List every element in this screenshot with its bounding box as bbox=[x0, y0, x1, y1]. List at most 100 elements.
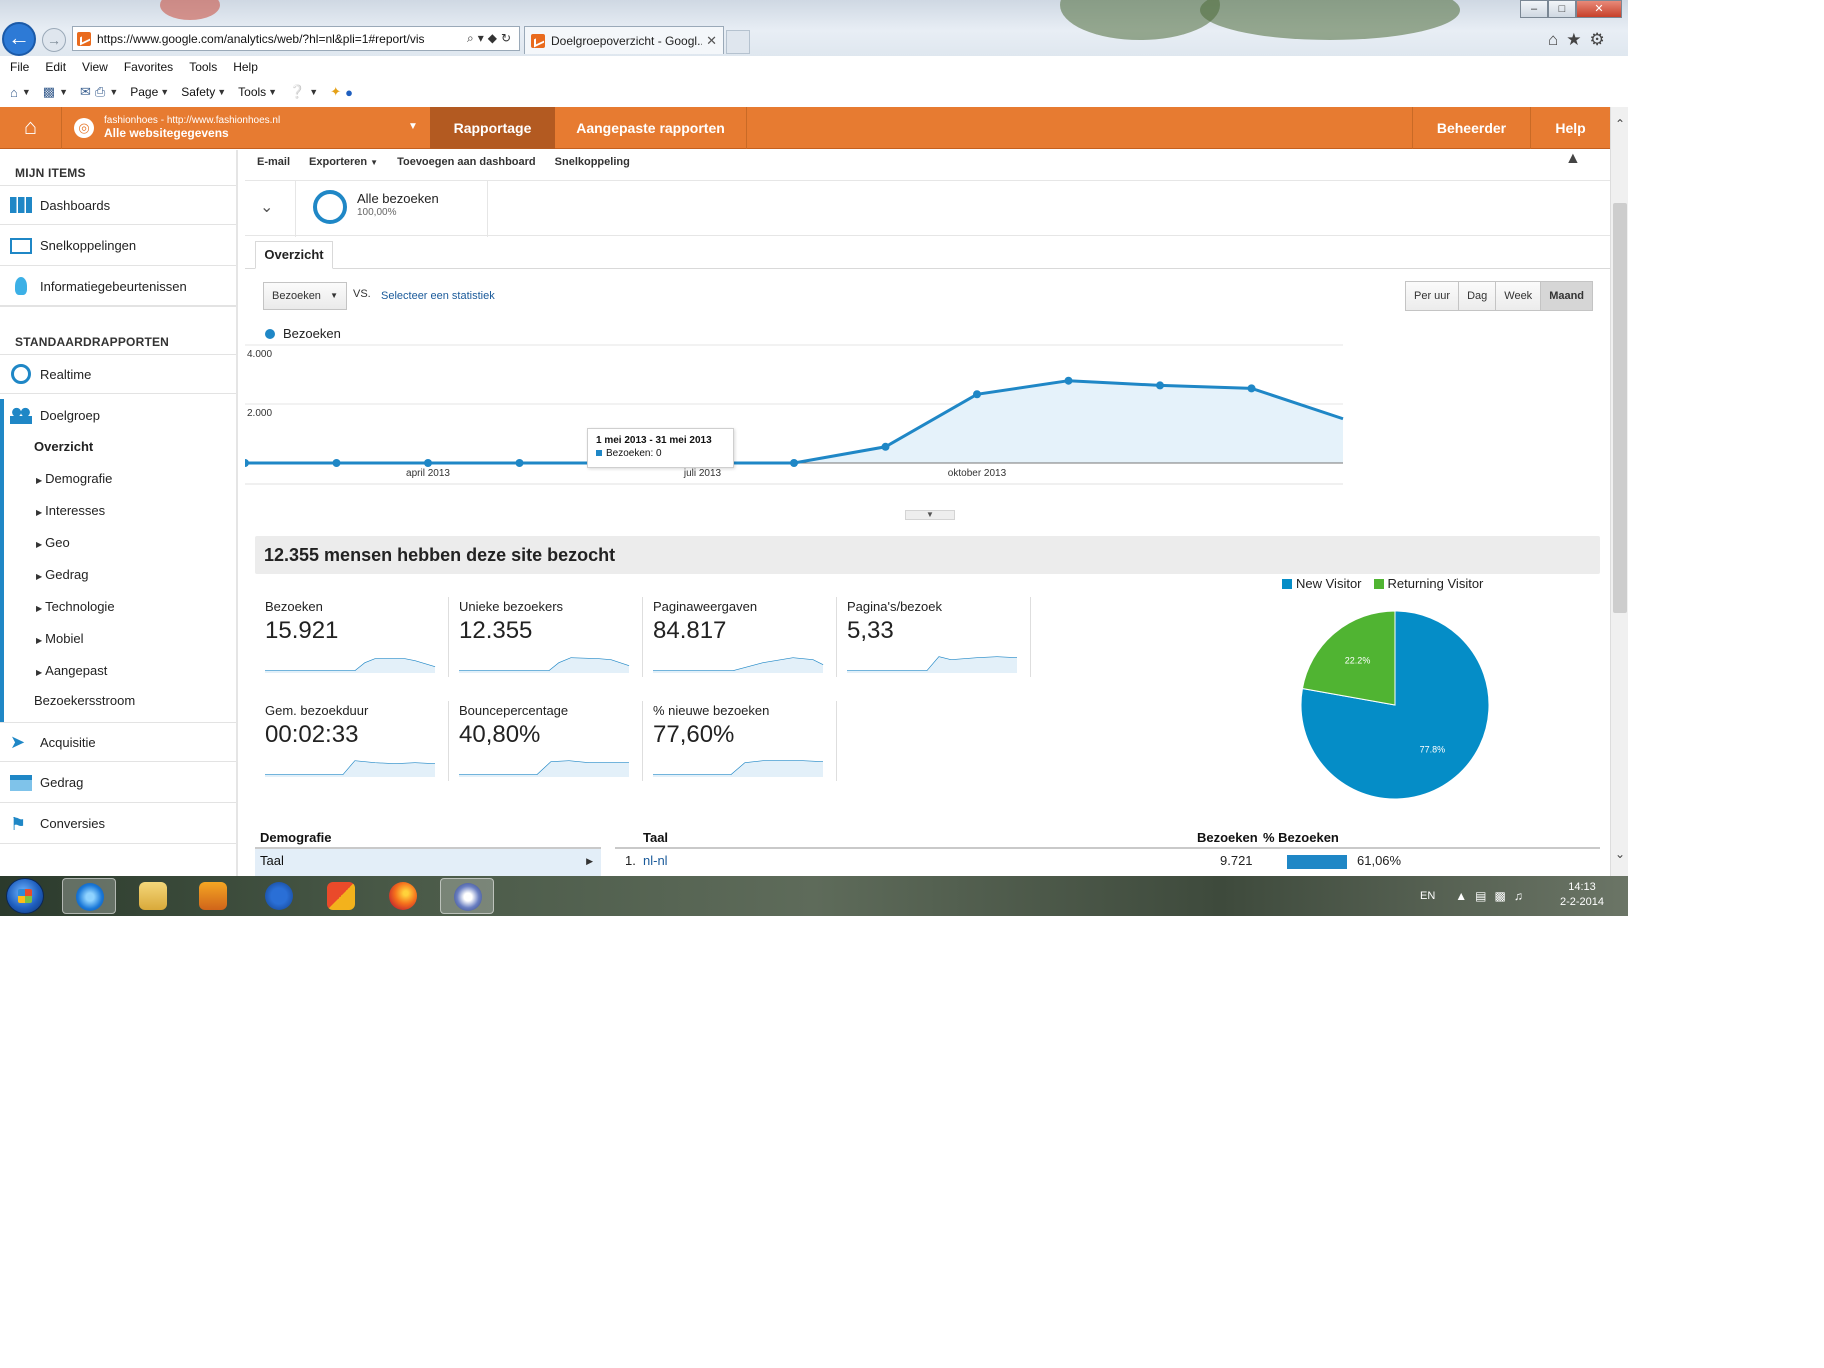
view-name[interactable]: Alle websitegegevens bbox=[104, 126, 229, 140]
address-bar-icons[interactable]: ⌕▾◆↻ bbox=[467, 31, 515, 46]
mail-icon[interactable]: ✉ bbox=[80, 84, 91, 100]
sidebar-item-doelgroep[interactable]: Doelgroep bbox=[0, 395, 236, 435]
column-header-taal[interactable]: Taal bbox=[643, 830, 668, 845]
account-chevron-down-icon[interactable]: ▼ bbox=[408, 121, 418, 132]
shortcut-action[interactable]: Snelkoppeling bbox=[555, 156, 630, 168]
sidebar-sub-demografie[interactable]: ▶ Demografie bbox=[0, 463, 236, 493]
research-icon[interactable]: ✦ bbox=[330, 84, 341, 100]
sidebar-sub-bezoekersstroom[interactable]: Bezoekersstroom bbox=[0, 685, 236, 715]
graduation-cap-icon[interactable]: ▲ bbox=[1565, 150, 1581, 168]
scroll-thumb[interactable] bbox=[1613, 203, 1627, 613]
forward-button[interactable]: → bbox=[42, 28, 66, 52]
page-scrollbar[interactable]: ⌃ ⌄ bbox=[1610, 107, 1628, 876]
sidebar-sub-gedrag[interactable]: ▶ Gedrag bbox=[0, 559, 236, 589]
new-tab-button[interactable] bbox=[726, 30, 750, 54]
menu-help[interactable]: Help bbox=[233, 60, 258, 74]
menu-edit[interactable]: Edit bbox=[45, 60, 66, 74]
export-action[interactable]: Exporteren ▼ bbox=[309, 156, 378, 168]
email-action[interactable]: E-mail bbox=[257, 156, 290, 168]
home-icon[interactable]: ⌂ bbox=[1548, 30, 1558, 50]
chevron-down-icon[interactable]: ▼ bbox=[109, 87, 118, 97]
chart-collapse-handle[interactable]: ▼ bbox=[905, 510, 955, 520]
nav-aangepaste-rapporten[interactable]: Aangepaste rapporten bbox=[555, 107, 747, 149]
metric-tile-gem-bezoekduur[interactable]: Gem. bezoekduur 00:02:33 bbox=[255, 701, 449, 781]
taskbar-hp-app[interactable] bbox=[252, 878, 306, 914]
sidebar-sub-aangepast[interactable]: ▶ Aangepast bbox=[0, 655, 236, 685]
page-menu[interactable]: Page bbox=[130, 85, 158, 99]
language-indicator[interactable]: EN bbox=[1420, 890, 1435, 902]
sidebar-item-gedrag[interactable]: Gedrag bbox=[0, 763, 236, 803]
menu-file[interactable]: File bbox=[10, 60, 29, 74]
analytics-home-button[interactable]: ⌂ bbox=[0, 107, 62, 149]
maximize-button[interactable]: □ bbox=[1548, 0, 1576, 18]
period-per-uur-button[interactable]: Per uur bbox=[1406, 282, 1460, 310]
back-button[interactable]: ← bbox=[2, 22, 36, 56]
nav-beheerder[interactable]: Beheerder bbox=[1412, 107, 1530, 149]
chevron-down-icon[interactable]: ▼ bbox=[22, 87, 31, 97]
close-tab-icon[interactable]: ✕ bbox=[706, 33, 717, 49]
taskbar-internet-explorer[interactable] bbox=[62, 878, 116, 914]
legend-new-visitor[interactable]: New Visitor bbox=[1282, 576, 1362, 591]
sidebar-sub-interesses[interactable]: ▶ Interesses bbox=[0, 495, 236, 525]
taskbar-office-app[interactable] bbox=[314, 878, 368, 914]
metric-tile-paginaweergaven[interactable]: Paginaweergaven 84.817 bbox=[643, 597, 837, 677]
sidebar-item-conversies[interactable]: ⚑ Conversies bbox=[0, 804, 236, 844]
metric-tile-paginas-per-bezoek[interactable]: Pagina's/bezoek 5,33 bbox=[837, 597, 1031, 677]
add-to-dashboard-action[interactable]: Toevoegen aan dashboard bbox=[397, 156, 536, 168]
chevron-down-icon[interactable]: ⌄ bbox=[260, 197, 273, 217]
metric-tile-nieuwe-bezoeken[interactable]: % nieuwe bezoeken 77,60% bbox=[643, 701, 837, 781]
metric-tile-bezoeken[interactable]: Bezoeken 15.921 bbox=[255, 597, 449, 677]
start-button[interactable] bbox=[6, 878, 44, 914]
account-name[interactable]: fashionhoes - http://www.fashionhoes.nl bbox=[104, 115, 280, 126]
legend-returning-visitor[interactable]: Returning Visitor bbox=[1373, 576, 1483, 591]
sidebar-sub-mobiel[interactable]: ▶ Mobiel bbox=[0, 623, 236, 653]
tab-overzicht[interactable]: Overzicht bbox=[255, 241, 333, 269]
scroll-down-arrow-icon[interactable]: ⌄ bbox=[1611, 847, 1629, 861]
help-question-icon[interactable]: ❔ bbox=[289, 84, 305, 100]
taskbar-firefox[interactable] bbox=[376, 878, 430, 914]
column-header-bezoeken[interactable]: Bezoeken bbox=[1197, 830, 1258, 845]
row-language-link[interactable]: nl-nl bbox=[643, 853, 668, 868]
menu-view[interactable]: View bbox=[82, 60, 108, 74]
tools-menu[interactable]: Tools bbox=[238, 85, 266, 99]
sidebar-item-snelkoppelingen[interactable]: Snelkoppelingen bbox=[0, 226, 236, 266]
segment-name[interactable]: Alle bezoeken bbox=[357, 191, 439, 206]
address-bar[interactable]: https://www.google.com/analytics/web/?hl… bbox=[72, 26, 520, 51]
safety-menu[interactable]: Safety bbox=[181, 85, 215, 99]
hp-logo-icon[interactable]: ● bbox=[345, 85, 353, 100]
period-week-button[interactable]: Week bbox=[1496, 282, 1542, 310]
metric-tile-unieke-bezoekers[interactable]: Unieke bezoekers 12.355 bbox=[449, 597, 643, 677]
taskbar-cyberlink-app[interactable] bbox=[440, 878, 494, 914]
close-window-button[interactable]: ✕ bbox=[1576, 0, 1622, 18]
metric-select[interactable]: Bezoeken ▼ bbox=[263, 282, 347, 310]
sidebar-sub-technologie[interactable]: ▶ Technologie bbox=[0, 591, 236, 621]
demografie-row-taal[interactable]: Taal ▶ bbox=[255, 849, 601, 876]
period-maand-button[interactable]: Maand bbox=[1541, 282, 1593, 310]
sidebar-item-dashboards[interactable]: Dashboards bbox=[0, 185, 236, 225]
rss-feed-icon[interactable]: ▩ bbox=[43, 84, 55, 100]
print-icon[interactable]: ⎙ bbox=[95, 84, 105, 100]
chevron-down-icon[interactable]: ▼ bbox=[309, 87, 318, 97]
minimize-button[interactable]: – bbox=[1520, 0, 1548, 18]
sidebar-item-realtime[interactable]: Realtime bbox=[0, 354, 236, 394]
scroll-up-arrow-icon[interactable]: ⌃ bbox=[1611, 117, 1629, 131]
taskbar-file-explorer[interactable] bbox=[126, 878, 180, 914]
menu-tools[interactable]: Tools bbox=[189, 60, 217, 74]
favorites-star-icon[interactable]: ★ bbox=[1566, 30, 1581, 50]
select-statistic-link[interactable]: Selecteer een statistiek bbox=[381, 290, 495, 302]
sidebar-sub-geo[interactable]: ▶ Geo bbox=[0, 527, 236, 557]
chevron-down-icon[interactable]: ▼ bbox=[268, 87, 277, 97]
gear-icon[interactable]: ⚙ bbox=[1590, 30, 1605, 50]
clock[interactable]: 14:13 2-2-2014 bbox=[1560, 880, 1604, 910]
period-dag-button[interactable]: Dag bbox=[1459, 282, 1497, 310]
nav-help[interactable]: Help bbox=[1530, 107, 1610, 149]
sidebar-item-informatiegebeurtenissen[interactable]: Informatiegebeurtenissen bbox=[0, 267, 236, 307]
tray-icons[interactable]: ▲▤▩♫ bbox=[1455, 889, 1531, 903]
chevron-down-icon[interactable]: ▼ bbox=[59, 87, 68, 97]
taskbar-media-player[interactable] bbox=[186, 878, 240, 914]
menu-favorites[interactable]: Favorites bbox=[124, 60, 173, 74]
nav-rapportage[interactable]: Rapportage bbox=[430, 107, 555, 149]
sidebar-sub-overzicht[interactable]: Overzicht bbox=[0, 431, 236, 461]
column-header-pct-bezoeken[interactable]: % Bezoeken bbox=[1263, 830, 1339, 845]
sidebar-item-acquisitie[interactable]: ➤ Acquisitie bbox=[0, 722, 236, 762]
